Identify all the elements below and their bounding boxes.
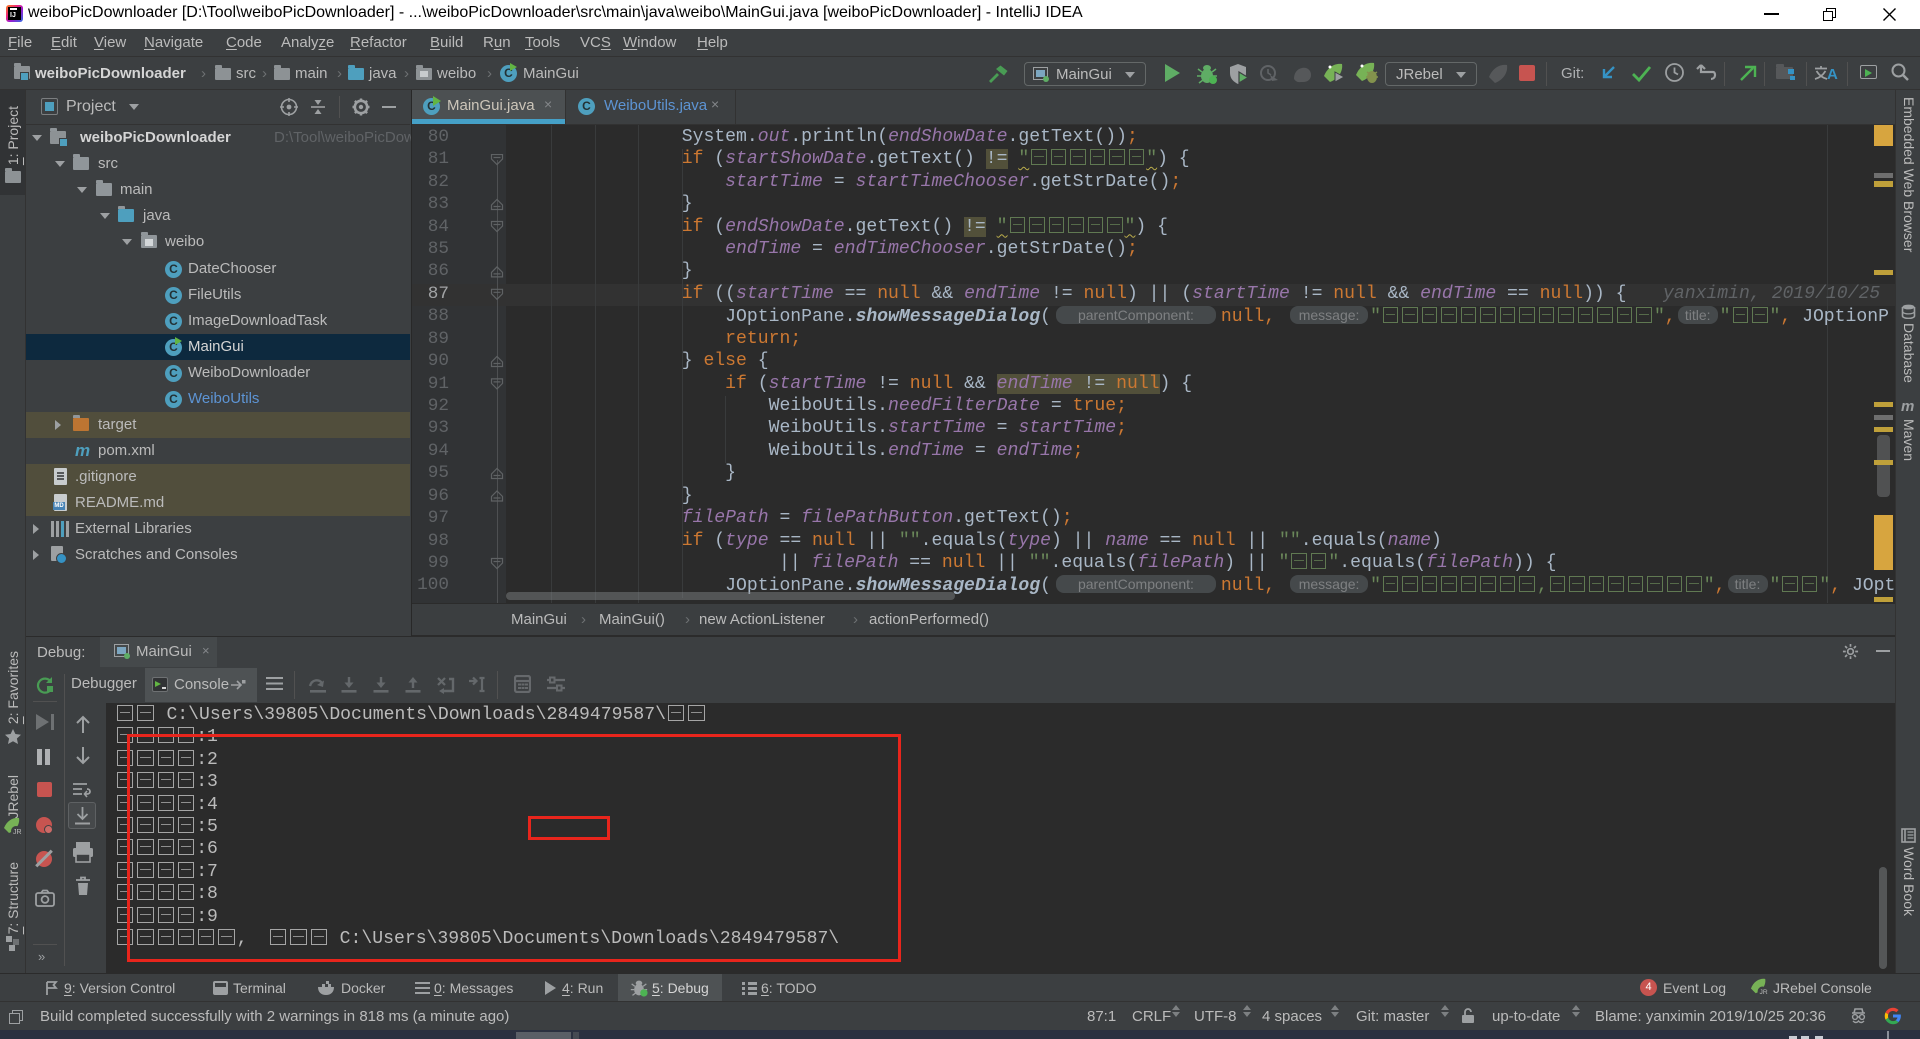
svg-text:JR: JR xyxy=(1760,989,1768,996)
svg-text:JR: JR xyxy=(13,829,22,836)
